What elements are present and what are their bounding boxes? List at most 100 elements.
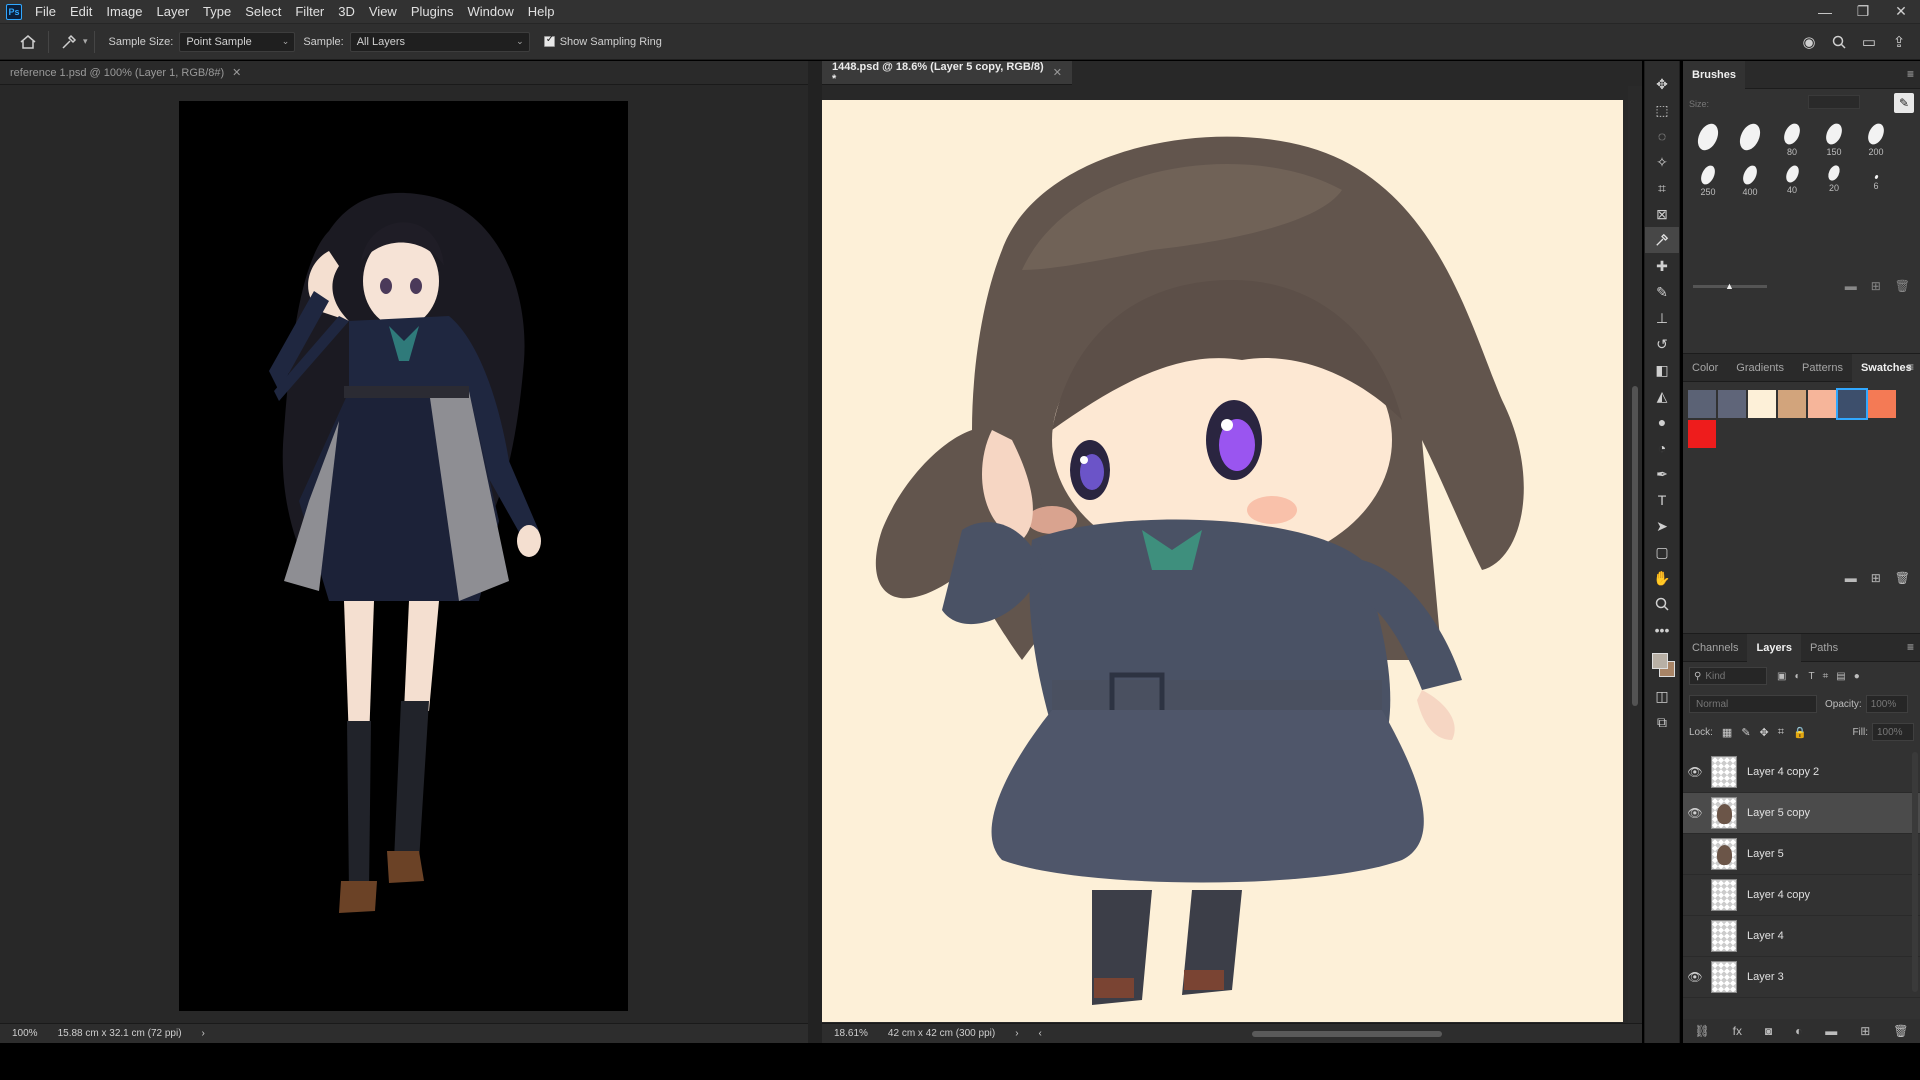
- chevron-right-icon[interactable]: ›: [1015, 1028, 1018, 1039]
- layer-name[interactable]: Layer 4: [1747, 930, 1784, 942]
- lock-image-icon[interactable]: ✎: [1741, 726, 1750, 739]
- dodge-tool-icon[interactable]: ◔: [1645, 435, 1679, 461]
- minimize-button[interactable]: —: [1806, 0, 1844, 24]
- color-swatch[interactable]: [1688, 420, 1716, 448]
- panel-menu-icon[interactable]: ≡: [1907, 67, 1914, 81]
- tab-channels[interactable]: Channels: [1683, 634, 1747, 662]
- tab-paths[interactable]: Paths: [1801, 634, 1847, 662]
- brush-preset[interactable]: 150: [1813, 121, 1855, 165]
- search-icon[interactable]: [1824, 28, 1854, 56]
- panel-menu-icon[interactable]: ≡: [1907, 640, 1914, 654]
- menu-view[interactable]: View: [362, 0, 404, 24]
- eraser-tool-icon[interactable]: ◧: [1645, 357, 1679, 383]
- filter-toggle-icon[interactable]: ●: [1854, 671, 1860, 682]
- close-tab-icon[interactable]: ✕: [1053, 66, 1062, 79]
- menu-window[interactable]: Window: [460, 0, 520, 24]
- menu-filter[interactable]: Filter: [288, 0, 331, 24]
- layer-row[interactable]: 👁 Layer 3: [1683, 957, 1920, 998]
- add-mask-icon[interactable]: ◙: [1765, 1024, 1772, 1038]
- history-brush-tool-icon[interactable]: ↺: [1645, 331, 1679, 357]
- menu-plugins[interactable]: Plugins: [404, 0, 461, 24]
- tab-gradients[interactable]: Gradients: [1727, 354, 1793, 382]
- cloud-docs-icon[interactable]: ◉: [1794, 28, 1824, 56]
- brush-preset[interactable]: 250: [1687, 163, 1729, 207]
- pen-tool-icon[interactable]: ✒: [1645, 461, 1679, 487]
- zoom-level[interactable]: 18.61%: [834, 1028, 868, 1039]
- lock-artboard-icon[interactable]: ⌗: [1778, 726, 1784, 739]
- layer-row[interactable]: 👁 Layer 5 copy: [1683, 793, 1920, 834]
- lasso-tool-icon[interactable]: ◌: [1645, 123, 1679, 149]
- slider-handle-icon[interactable]: ▲: [1725, 281, 1734, 291]
- brush-preset[interactable]: 6: [1855, 165, 1897, 207]
- layer-name[interactable]: Layer 4 copy 2: [1747, 766, 1819, 778]
- home-icon[interactable]: [14, 28, 42, 56]
- screen-mode-icon[interactable]: ⧉: [1645, 709, 1679, 735]
- show-sampling-ring-checkbox[interactable]: [543, 34, 555, 47]
- group-folder-icon[interactable]: ▬: [1825, 1024, 1837, 1038]
- filter-shape-icon[interactable]: ⌗: [1823, 671, 1829, 682]
- blend-mode-select[interactable]: Normal: [1689, 695, 1817, 713]
- more-tools-icon[interactable]: •••: [1645, 617, 1679, 643]
- share-icon[interactable]: ⇪: [1884, 28, 1914, 56]
- clone-stamp-tool-icon[interactable]: ⊥: [1645, 305, 1679, 331]
- lock-position-icon[interactable]: ✥: [1760, 726, 1769, 739]
- sample-size-select[interactable]: Point Sample ⌄: [179, 31, 296, 52]
- color-swatch[interactable]: [1868, 390, 1896, 418]
- adjustment-layer-icon[interactable]: ◐: [1795, 1024, 1802, 1038]
- foreground-color-swatch[interactable]: [1652, 653, 1668, 669]
- chevron-left-icon[interactable]: ‹: [1039, 1028, 1042, 1039]
- color-swatch[interactable]: [1688, 390, 1716, 418]
- shape-tool-icon[interactable]: ▢: [1645, 539, 1679, 565]
- hand-tool-icon[interactable]: ✋: [1645, 565, 1679, 591]
- brush-preset[interactable]: 80: [1771, 121, 1813, 165]
- zoom-tool-icon[interactable]: [1645, 591, 1679, 617]
- layer-name[interactable]: Layer 5 copy: [1747, 807, 1810, 819]
- color-swatch[interactable]: [1718, 390, 1746, 418]
- canvas-area[interactable]: [822, 86, 1642, 1023]
- layer-row[interactable]: Layer 5: [1683, 834, 1920, 875]
- link-layers-icon[interactable]: ⛓: [1694, 1024, 1709, 1038]
- menu-image[interactable]: Image: [99, 0, 149, 24]
- move-tool-icon[interactable]: ✥: [1645, 71, 1679, 97]
- menu-edit[interactable]: Edit: [63, 0, 99, 24]
- menu-select[interactable]: Select: [238, 0, 288, 24]
- chevron-right-icon[interactable]: ›: [202, 1028, 205, 1039]
- path-selection-tool-icon[interactable]: ➤: [1645, 513, 1679, 539]
- fill-input[interactable]: 100%: [1872, 723, 1914, 741]
- canvas-area[interactable]: [0, 86, 808, 1023]
- marquee-tool-icon[interactable]: ⬚: [1645, 97, 1679, 123]
- menu-type[interactable]: Type: [196, 0, 238, 24]
- brush-preset[interactable]: 40: [1771, 163, 1813, 207]
- magic-wand-tool-icon[interactable]: ✧: [1645, 149, 1679, 175]
- layer-kind-filter[interactable]: ⚲ Kind: [1689, 667, 1767, 685]
- brush-preset[interactable]: 200: [1855, 121, 1897, 165]
- crop-tool-icon[interactable]: ⌗: [1645, 175, 1679, 201]
- tab-brushes[interactable]: Brushes: [1683, 60, 1746, 89]
- eyedropper-tool-icon[interactable]: [1645, 227, 1679, 253]
- quick-mask-icon[interactable]: ◫: [1645, 683, 1679, 709]
- lock-transparent-icon[interactable]: ▦: [1722, 726, 1732, 739]
- layer-name[interactable]: Layer 5: [1747, 848, 1784, 860]
- color-swatch[interactable]: [1748, 390, 1776, 418]
- layer-row[interactable]: 👁 Layer 4 copy 2: [1683, 752, 1920, 793]
- horizontal-scrollbar-thumb[interactable]: [1252, 1031, 1442, 1037]
- chevron-down-icon[interactable]: ▾: [83, 36, 88, 47]
- brush-preset[interactable]: [1729, 120, 1771, 165]
- healing-brush-tool-icon[interactable]: ✚: [1645, 253, 1679, 279]
- layer-row[interactable]: Layer 4: [1683, 916, 1920, 957]
- tab-layers[interactable]: Layers: [1747, 633, 1801, 662]
- brush-preset[interactable]: 400: [1729, 163, 1771, 207]
- new-brush-icon[interactable]: ⊞: [1871, 279, 1881, 293]
- zoom-level[interactable]: 100%: [12, 1028, 38, 1039]
- new-swatch-icon[interactable]: ⊞: [1871, 571, 1881, 585]
- brush-size-input[interactable]: [1808, 95, 1860, 109]
- new-layer-icon[interactable]: ⊞: [1860, 1024, 1870, 1038]
- filter-adjustment-icon[interactable]: ◐: [1794, 671, 1800, 682]
- lock-all-icon[interactable]: 🔒: [1793, 726, 1807, 739]
- close-button[interactable]: ✕: [1882, 0, 1920, 24]
- show-sampling-ring-option[interactable]: Show Sampling Ring: [543, 34, 662, 48]
- workspace-icon[interactable]: ▭: [1854, 28, 1884, 56]
- color-swatch[interactable]: [1808, 390, 1836, 418]
- layer-row[interactable]: Layer 4 copy: [1683, 875, 1920, 916]
- menu-help[interactable]: Help: [521, 0, 562, 24]
